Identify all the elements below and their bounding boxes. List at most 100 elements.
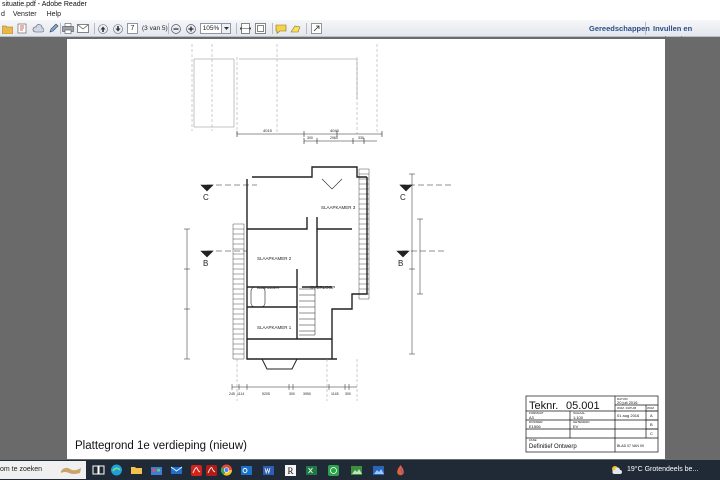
fit-page-icon: [254, 23, 266, 34]
zoom-in-button[interactable]: [185, 22, 197, 35]
revision-label: WIJZ.: [647, 406, 655, 410]
menu-bar: d Venster Help: [0, 9, 720, 20]
store-icon: [151, 467, 162, 475]
menu-item-document[interactable]: d: [1, 9, 5, 20]
comment-button[interactable]: [275, 22, 287, 35]
taskbar-file-explorer[interactable]: [130, 463, 143, 477]
taskbar-adobe-acrobat[interactable]: [190, 463, 203, 477]
read-mode-button[interactable]: [310, 22, 322, 35]
reader-app-icon: R: [285, 465, 296, 476]
phase-value: Definitief Ontwerp: [529, 444, 577, 450]
taskbar-search-box[interactable]: om te zoeken: [0, 461, 86, 479]
section-label-c-left: C: [203, 193, 209, 202]
taskbar-whatsapp[interactable]: [327, 463, 340, 477]
create-pdf-button[interactable]: [16, 22, 28, 35]
room-label-slaapkamer-3: SLAAPKAMER 3: [321, 205, 356, 210]
taskbar-app-green[interactable]: [350, 463, 363, 477]
toolbar-separator: [306, 23, 307, 34]
fit-width-button[interactable]: [239, 22, 251, 35]
floor-plan-drawing: C C B B SLAAPKAMER 3 SLAAPKAMER 2 SLAAPK…: [184, 44, 659, 453]
menu-item-help[interactable]: Help: [47, 9, 61, 20]
create-pdf-icon: [17, 23, 26, 34]
pencil-icon: [49, 23, 58, 33]
taskbar-word[interactable]: [262, 463, 275, 477]
word-icon: [263, 466, 274, 475]
search-placeholder: om te zoeken: [0, 466, 43, 473]
dimension-top-3: 300: [307, 136, 313, 140]
edit-button[interactable]: [47, 22, 59, 35]
plus-circle-icon: [186, 23, 196, 34]
section-label-b-left: B: [203, 259, 208, 268]
dimension-bottom-4: 300: [289, 392, 295, 396]
page-number-input[interactable]: 7: [127, 23, 138, 34]
taskbar-mail[interactable]: [170, 463, 183, 477]
phase-label: FASE: [529, 438, 537, 442]
taskbar-outlook[interactable]: [240, 463, 253, 477]
adobe-reader-icon: [206, 465, 217, 476]
edge-icon: [111, 464, 122, 476]
windows-taskbar: om te zoeken R 19°C Grotendeels be...: [0, 460, 720, 480]
revision-a: A: [650, 413, 653, 418]
document-viewport[interactable]: C C B B SLAAPKAMER 3 SLAAPKAMER 2 SLAAPK…: [0, 37, 720, 460]
taskbar-app-drop[interactable]: [394, 463, 407, 477]
fit-width-icon: [239, 23, 251, 34]
cloud-button[interactable]: [32, 22, 44, 35]
revision-b: B: [650, 422, 653, 427]
dimension-top-5: 330: [358, 136, 364, 140]
chevron-down-icon: [223, 26, 229, 30]
dimension-bottom-2: 1114: [237, 392, 244, 396]
toolbar-separator: [272, 23, 273, 34]
printer-icon: [62, 23, 74, 34]
chrome-icon: [220, 464, 233, 476]
room-label-slaapkamer-1: SLAAPKAMER 1: [257, 325, 292, 330]
room-label-overloop: OVERLOOP: [310, 285, 335, 290]
speech-bubble-icon: [275, 24, 287, 34]
menu-item-window[interactable]: Venster: [13, 9, 37, 20]
taskbar-chrome[interactable]: [220, 463, 233, 477]
dimension-bottom-1: 245: [229, 392, 235, 396]
mail-icon: [170, 466, 183, 474]
highlight-button[interactable]: [290, 22, 302, 35]
section-label-c-right: C: [400, 193, 406, 202]
page-count: (3 van 5): [142, 25, 168, 32]
zoom-level-input[interactable]: 105%: [200, 23, 222, 34]
zoom-dropdown[interactable]: [222, 23, 231, 34]
task-view-button[interactable]: [92, 463, 105, 477]
print-button[interactable]: [62, 22, 74, 35]
taskbar-edge[interactable]: [110, 463, 123, 477]
window-title: situatie.pdf - Adobe Reader: [2, 1, 87, 8]
arrow-up-icon: [98, 23, 108, 34]
dossier-value: E1506: [529, 424, 541, 429]
taskbar-store[interactable]: [150, 463, 163, 477]
previous-page-button[interactable]: [97, 22, 109, 35]
revision-date: 01 aug 2016: [617, 413, 640, 418]
dimension-bottom-3: 5205: [262, 392, 270, 396]
sheet-number: BLAD 07 VAN 09: [617, 444, 644, 448]
taskbar-photos[interactable]: [372, 463, 385, 477]
email-button[interactable]: [77, 22, 89, 35]
svg-text:R: R: [288, 466, 294, 476]
toolbar-separator: [236, 23, 237, 34]
window-title-bar: situatie.pdf - Adobe Reader: [0, 0, 720, 9]
weather-status[interactable]: 19°C Grotendeels be...: [627, 460, 698, 480]
weather-icon[interactable]: [610, 463, 623, 477]
taskbar-excel[interactable]: [305, 463, 318, 477]
dimension-top-1: 4015: [263, 128, 273, 133]
taskbar-reader-app[interactable]: R: [284, 463, 297, 477]
dimension-top-2: 4040: [330, 128, 340, 133]
fit-page-button[interactable]: [254, 22, 266, 35]
next-page-button[interactable]: [112, 22, 124, 35]
tools-button[interactable]: Gereedschappen: [589, 23, 650, 34]
highlighter-icon: [290, 25, 301, 32]
excel-icon: [306, 466, 317, 475]
outlook-icon: [241, 466, 252, 475]
folder-icon: [1, 25, 13, 34]
search-highlight-icon: [60, 465, 82, 480]
open-button[interactable]: [1, 22, 13, 35]
revision-date-label: WIJZ. DATUM: [617, 406, 637, 410]
taskbar-adobe-reader[interactable]: [205, 463, 218, 477]
room-label-badkamer: BADKAMER: [257, 285, 280, 290]
dimension-bottom-5: 3950: [303, 392, 311, 396]
date-value: 20 juli 2016: [617, 400, 638, 405]
zoom-out-button[interactable]: [170, 22, 182, 35]
